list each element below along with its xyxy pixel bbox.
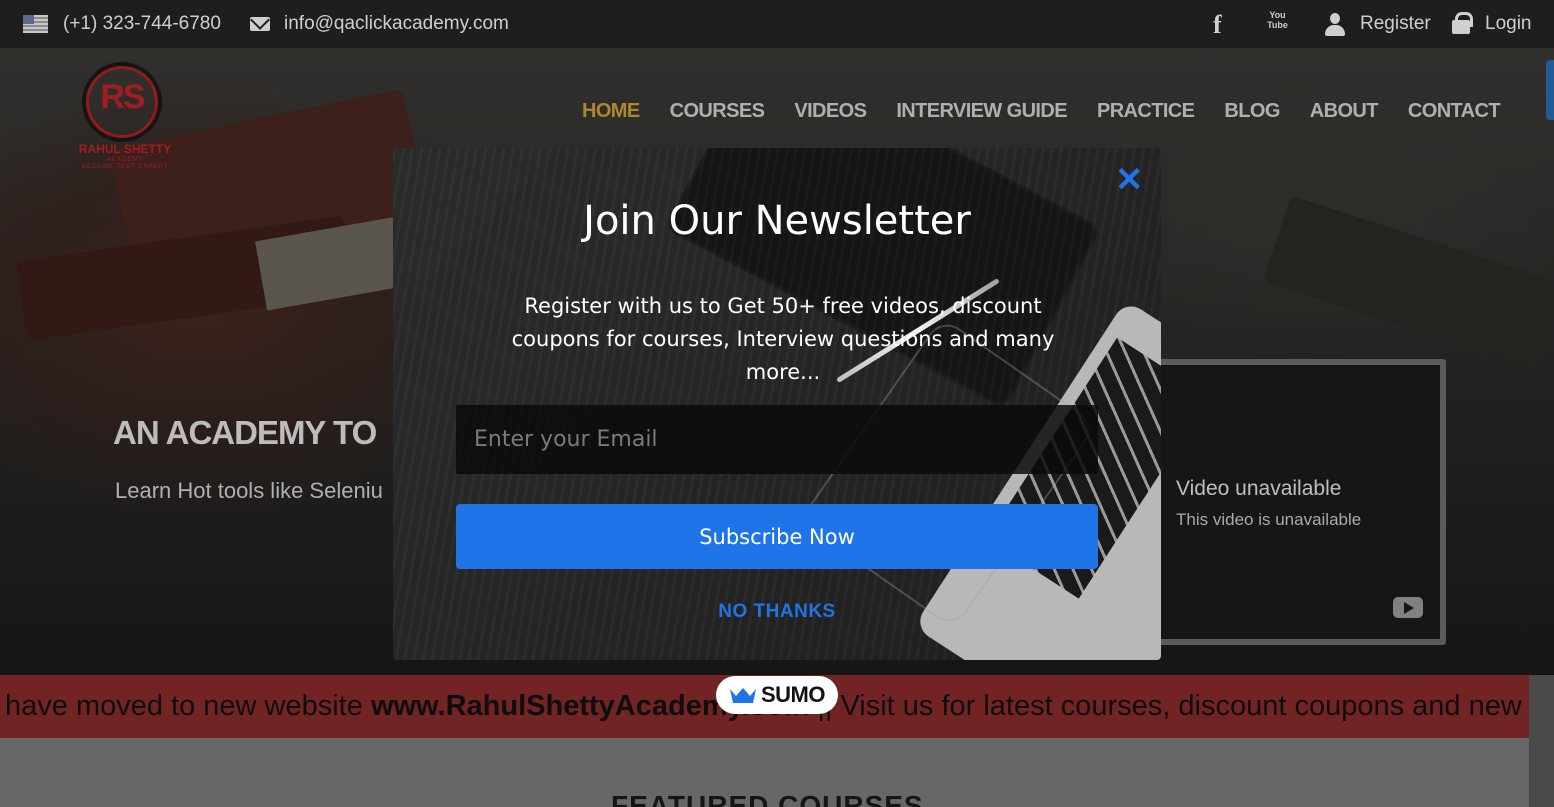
- envelope-icon: [250, 17, 270, 31]
- subscribe-button[interactable]: Subscribe Now: [456, 504, 1098, 569]
- facebook-icon[interactable]: f: [1213, 10, 1222, 40]
- crown-icon: [729, 686, 757, 704]
- sumo-label: SUMO: [761, 682, 826, 707]
- close-icon[interactable]: ✕: [1115, 163, 1144, 197]
- us-flag-icon: [23, 15, 48, 33]
- phone-number: (+1) 323-744-6780: [63, 13, 221, 34]
- modal-title: Join Our Newsletter: [583, 198, 971, 244]
- user-icon: [1324, 13, 1346, 37]
- email-input[interactable]: [456, 405, 1098, 474]
- sumo-badge[interactable]: SUMO: [716, 676, 838, 714]
- contact-email[interactable]: info@qaclickacademy.com: [284, 13, 509, 35]
- modal-description: Register with us to Get 50+ free videos,…: [511, 294, 1055, 384]
- youtube-icon-bottom: Tube: [1267, 20, 1288, 30]
- lock-icon: [1452, 12, 1473, 34]
- newsletter-modal: ✕ Join Our Newsletter Register with us t…: [393, 148, 1161, 660]
- youtube-icon-top: You: [1269, 10, 1286, 20]
- youtube-icon[interactable]: You Tube: [1266, 10, 1289, 37]
- no-thanks-link[interactable]: NO THANKS: [393, 601, 1161, 623]
- register-link[interactable]: Register: [1360, 13, 1431, 35]
- login-link[interactable]: Login: [1485, 13, 1532, 35]
- top-bar: (+1) 323-744-6780 info@qaclickacademy.co…: [0, 0, 1554, 48]
